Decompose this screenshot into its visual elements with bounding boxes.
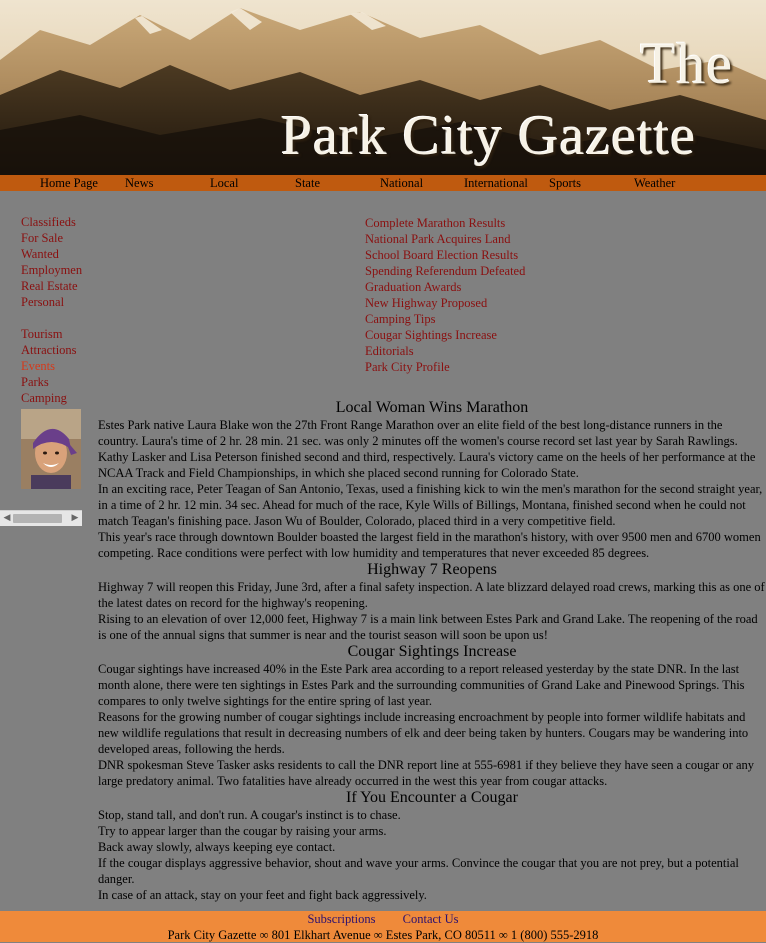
scrollbar-thumb[interactable] <box>13 514 62 523</box>
sidebar-link-personal[interactable]: Personal <box>21 294 64 310</box>
sidebar-link-tourism[interactable]: Tourism <box>21 326 63 342</box>
article-paragraph: In an exciting race, Peter Teagan of San… <box>98 482 763 528</box>
sidebar-link-for-sale[interactable]: For Sale <box>21 230 63 246</box>
nav-sports[interactable]: Sports <box>549 175 581 191</box>
headline-link[interactable]: Graduation Awards <box>365 279 461 295</box>
article-paragraph: Back away slowly, always keeping eye con… <box>98 840 336 854</box>
articles-section: Local Woman Wins Marathon Estes Park nat… <box>98 399 766 903</box>
headline-link[interactable]: New Highway Proposed <box>365 295 487 311</box>
sidebar-link-wanted[interactable]: Wanted <box>21 246 59 262</box>
scroll-right-arrow-icon[interactable]: ▶ <box>68 511 82 526</box>
page-footer: Subscriptions Contact Us Park City Gazet… <box>0 911 766 942</box>
sidebar-link-events[interactable]: Events <box>21 358 55 374</box>
scroll-left-arrow-icon[interactable]: ◀ <box>0 511 14 526</box>
article-title: If You Encounter a Cougar <box>346 789 518 806</box>
runner-photo <box>21 409 81 489</box>
nav-state[interactable]: State <box>295 175 320 191</box>
article-paragraph: In case of an attack, stay on your feet … <box>98 888 427 902</box>
headline-link[interactable]: Cougar Sightings Increase <box>365 327 497 343</box>
nav-international[interactable]: International <box>464 175 528 191</box>
article-paragraph: DNR spokesman Steve Tasker asks resident… <box>98 758 754 788</box>
masthead-banner: The Park City Gazette <box>0 0 766 175</box>
headline-link[interactable]: Park City Profile <box>365 359 450 375</box>
masthead-title-the: The <box>640 31 734 96</box>
article-paragraph: Estes Park native Laura Blake won the 27… <box>98 418 756 480</box>
article-paragraph: This year's race through downtown Boulde… <box>98 530 761 560</box>
article-paragraph: Highway 7 will reopen this Friday, June … <box>98 580 765 610</box>
headline-link[interactable]: Spending Referendum Defeated <box>365 263 525 279</box>
footer-links: Subscriptions Contact Us <box>0 911 766 927</box>
top-navigation-bar: Home Page News Local State National Inte… <box>0 175 766 191</box>
sidebar-link-attractions[interactable]: Attractions <box>21 342 77 358</box>
nav-weather[interactable]: Weather <box>634 175 675 191</box>
nav-local[interactable]: Local <box>210 175 238 191</box>
article-paragraph: If the cougar displays aggressive behavi… <box>98 856 739 886</box>
sidebar-horizontal-scrollbar[interactable]: ◀ ▶ <box>0 510 82 526</box>
sidebar-link-camping[interactable]: Camping <box>21 390 67 406</box>
article-title: Local Woman Wins Marathon <box>335 399 529 416</box>
article-paragraph: Cougar sightings have increased 40% in t… <box>98 662 745 708</box>
headline-link[interactable]: National Park Acquires Land <box>365 231 510 247</box>
article-paragraph: Rising to an elevation of over 12,000 fe… <box>98 612 758 642</box>
headline-link[interactable]: Camping Tips <box>365 311 436 327</box>
left-sidebar: Classifieds For Sale Wanted Employment R… <box>0 207 82 525</box>
headline-link[interactable]: School Board Election Results <box>365 247 518 263</box>
subscriptions-link[interactable]: Subscriptions <box>307 912 375 926</box>
masthead-title: Park City Gazette <box>281 105 697 167</box>
sidebar-link-real-estate[interactable]: Real Estate <box>21 278 78 294</box>
sidebar-link-employment[interactable]: Employment <box>21 262 82 278</box>
sidebar-link-parks[interactable]: Parks <box>21 374 49 390</box>
article-title: Highway 7 Reopens <box>367 561 497 578</box>
nav-national[interactable]: National <box>380 175 423 191</box>
headline-link[interactable]: Editorials <box>365 343 414 359</box>
contact-us-link[interactable]: Contact Us <box>403 912 459 926</box>
article-paragraph: Reasons for the growing number of cougar… <box>98 710 749 756</box>
article-paragraph: Try to appear larger than the cougar by … <box>98 824 387 838</box>
headline-link[interactable]: Complete Marathon Results <box>365 215 505 231</box>
sidebar-link-classifieds[interactable]: Classifieds <box>21 214 76 230</box>
nav-news[interactable]: News <box>125 175 153 191</box>
footer-address: Park City Gazette ∞ 801 Elkhart Avenue ∞… <box>167 928 599 942</box>
nav-home-page[interactable]: Home Page <box>40 175 98 191</box>
article-paragraph: Stop, stand tall, and don't run. A couga… <box>98 808 401 822</box>
article-title: Cougar Sightings Increase <box>347 643 517 660</box>
